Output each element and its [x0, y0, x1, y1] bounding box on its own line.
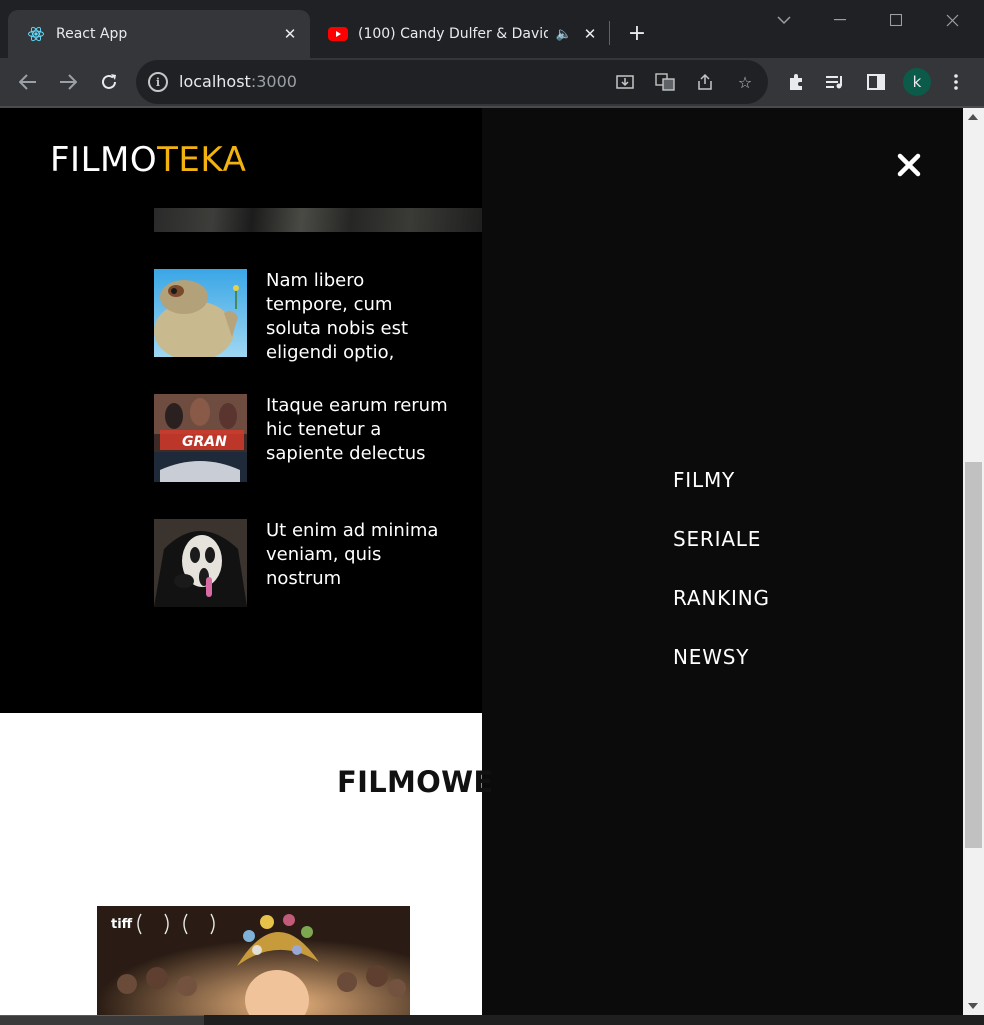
site-info-icon[interactable]: i: [148, 72, 168, 92]
news-item[interactable]: GRAN Itaque earum rerum hic tenetur a sa…: [154, 394, 454, 482]
scroll-down-arrow-icon[interactable]: [968, 1003, 978, 1009]
more-menu-icon[interactable]: [944, 70, 968, 94]
news-headline[interactable]: Nam libero tempore, cum soluta nobis est…: [266, 269, 451, 365]
new-tab-button[interactable]: +: [624, 20, 650, 46]
animated-sloth-thumbnail[interactable]: [154, 269, 247, 357]
news-headline[interactable]: Itaque earum rerum hic tenetur a sapient…: [266, 394, 451, 466]
gran-turismo-poster-thumbnail[interactable]: GRAN: [154, 394, 247, 482]
share-icon[interactable]: [694, 71, 716, 93]
url-host: localhost: [179, 72, 251, 91]
address-bar[interactable]: i localhost:3000 ☆: [136, 60, 768, 104]
react-icon: [26, 24, 46, 44]
profile-avatar[interactable]: k: [903, 68, 931, 96]
browser-toolbar: i localhost:3000 ☆ k: [0, 58, 984, 106]
movie-poster[interactable]: tiff: [97, 906, 410, 1015]
nav-menu-panel: FILMY SERIALE RANKING NEWSY: [482, 108, 963, 1015]
section-title: FILMOWE: [337, 765, 494, 799]
films-section: FILMOWE tiff: [0, 713, 493, 1015]
tab-title: (100) Candy Dulfer & David: [358, 26, 548, 42]
featured-image-edge[interactable]: [154, 208, 482, 232]
media-controls-icon[interactable]: [823, 70, 847, 94]
tab-youtube[interactable]: (100) Candy Dulfer & David 🔈 ✕: [310, 10, 610, 58]
tiff-badge: tiff: [111, 917, 133, 932]
menu-item-seriale[interactable]: SERIALE: [673, 525, 770, 584]
extensions-icon[interactable]: [784, 70, 808, 94]
bookmark-star-icon[interactable]: ☆: [734, 71, 756, 93]
close-tab-icon[interactable]: ✕: [280, 24, 300, 44]
back-icon[interactable]: [12, 66, 44, 98]
main-menu: FILMY SERIALE RANKING NEWSY: [673, 466, 770, 702]
side-panel-icon[interactable]: [864, 70, 888, 94]
youtube-icon: [328, 24, 348, 44]
news-item[interactable]: Nam libero tempore, cum soluta nobis est…: [154, 269, 454, 363]
forward-icon[interactable]: [52, 66, 84, 98]
tab-title: React App: [56, 26, 128, 42]
tab-search-icon[interactable]: [756, 6, 812, 34]
os-taskbar: [0, 1015, 984, 1025]
close-window-icon[interactable]: [924, 6, 980, 34]
scary-mask-thumbnail[interactable]: [154, 519, 247, 607]
taskbar-item[interactable]: [0, 1015, 204, 1025]
menu-item-filmy[interactable]: FILMY: [673, 466, 770, 525]
install-app-icon[interactable]: [614, 71, 636, 93]
close-tab-icon[interactable]: ✕: [580, 24, 600, 44]
speaker-icon[interactable]: 🔈: [554, 24, 574, 44]
tab-react-app[interactable]: React App ✕: [8, 10, 310, 58]
close-menu-icon[interactable]: [896, 152, 922, 178]
news-item[interactable]: Ut enim ad minima veniam, quis nostrum: [154, 519, 454, 607]
logo-primary: FILMO: [50, 140, 158, 180]
scroll-up-arrow-icon[interactable]: [968, 114, 978, 120]
menu-item-newsy[interactable]: NEWSY: [673, 643, 770, 702]
svg-text:GRAN: GRAN: [182, 434, 227, 450]
page-viewport: FILMOTEKA Nam libero tempore, cum soluta…: [0, 108, 963, 1015]
news-section: FILMOTEKA Nam libero tempore, cum soluta…: [0, 108, 482, 713]
news-headline[interactable]: Ut enim ad minima veniam, quis nostrum: [266, 519, 451, 591]
page-scrollbar[interactable]: [963, 108, 984, 1015]
tab-strip: React App ✕ (100) Candy Dulfer & David 🔈…: [0, 0, 984, 58]
site-logo[interactable]: FILMOTEKA: [50, 140, 246, 180]
reload-icon[interactable]: [93, 66, 125, 98]
tab-separator: [609, 21, 610, 45]
maximize-icon[interactable]: [868, 6, 924, 34]
url-text[interactable]: localhost:3000: [179, 72, 297, 91]
url-port: :3000: [250, 72, 297, 91]
menu-item-ranking[interactable]: RANKING: [673, 584, 770, 643]
logo-accent: TEKA: [157, 140, 247, 180]
minimize-icon[interactable]: [812, 6, 868, 34]
scrollbar-thumb[interactable]: [965, 462, 982, 848]
translate-icon[interactable]: [654, 71, 676, 93]
